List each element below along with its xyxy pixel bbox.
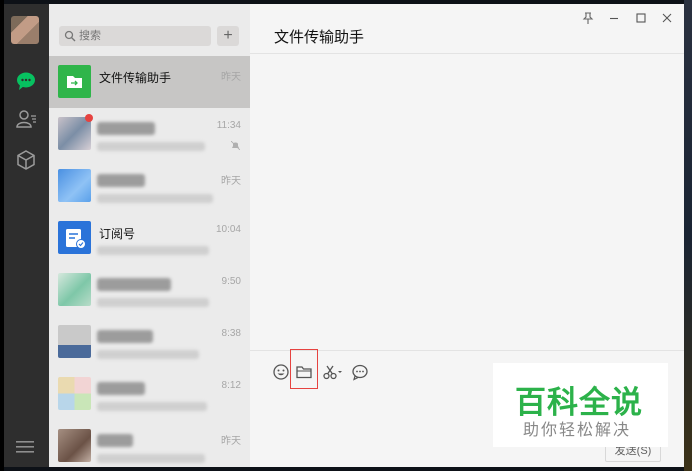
search-icon xyxy=(64,30,76,42)
nav-rail xyxy=(4,4,49,467)
menu-icon[interactable] xyxy=(16,440,34,454)
wechat-window: + 文件传输助手 昨天 11:34 xyxy=(4,4,684,467)
mute-bell-icon xyxy=(231,141,240,150)
blurred-preview xyxy=(97,402,207,411)
blurred-preview xyxy=(97,142,205,151)
folder-icon[interactable] xyxy=(295,363,313,381)
blurred-preview xyxy=(97,350,199,359)
search-box[interactable] xyxy=(59,26,211,46)
search-input[interactable] xyxy=(79,26,207,46)
blurred-name xyxy=(97,434,133,447)
contact-avatar xyxy=(58,377,91,410)
contact-avatar xyxy=(58,117,91,150)
chat-time: 昨天 xyxy=(221,436,241,447)
watermark-logo: 百科全说 助你轻松解决 xyxy=(493,363,668,447)
chat-list-item[interactable]: 11:34 xyxy=(49,108,250,160)
blurred-name xyxy=(97,382,145,395)
chat-time: 昨天 xyxy=(221,176,241,187)
emoji-icon[interactable] xyxy=(272,363,290,381)
chat-title: 文件传输助手 xyxy=(274,29,365,46)
chat-header: 文件传输助手 xyxy=(250,4,684,54)
chat-list-item[interactable]: 8:38 xyxy=(49,316,250,368)
blurred-preview xyxy=(97,298,209,307)
contacts-icon[interactable] xyxy=(15,108,37,130)
maximize-icon[interactable] xyxy=(634,11,648,25)
chat-time: 11:34 xyxy=(216,120,241,131)
close-icon[interactable] xyxy=(660,11,674,25)
chat-list-item[interactable]: 文件传输助手 昨天 xyxy=(49,56,250,108)
contact-avatar xyxy=(58,325,91,358)
contact-avatar xyxy=(58,429,91,462)
chat-time: 8:12 xyxy=(221,380,241,391)
chat-list-item[interactable]: 9:50 xyxy=(49,264,250,316)
subscription-icon xyxy=(66,229,86,249)
chat-name: 订阅号 xyxy=(99,227,136,241)
blurred-name xyxy=(97,278,171,291)
chat-list-item[interactable]: 订阅号 10:04 xyxy=(49,212,250,264)
file-transfer-avatar xyxy=(58,65,91,98)
desktop-edge-right xyxy=(684,0,692,471)
minimize-icon[interactable] xyxy=(607,11,621,25)
chat-list-item[interactable]: 昨天 xyxy=(49,160,250,212)
blurred-name xyxy=(97,330,153,343)
contact-avatar xyxy=(58,169,91,202)
folder-icon xyxy=(67,76,82,88)
chat-history-icon[interactable] xyxy=(351,363,369,381)
chat-icon[interactable] xyxy=(15,70,37,92)
blurred-preview xyxy=(97,246,209,255)
message-area xyxy=(250,55,684,350)
chat-name: 文件传输助手 xyxy=(99,71,172,85)
chat-time: 昨天 xyxy=(221,72,241,83)
chat-time: 9:50 xyxy=(221,276,241,287)
pin-icon[interactable] xyxy=(581,11,595,25)
unread-badge xyxy=(85,114,93,122)
blurred-preview xyxy=(97,454,205,463)
watermark-subtitle: 助你轻松解决 xyxy=(523,422,632,439)
blurred-name xyxy=(97,122,155,135)
contact-avatar xyxy=(58,273,91,306)
add-chat-button[interactable]: + xyxy=(217,26,239,46)
subscription-avatar xyxy=(58,221,91,254)
blurred-preview xyxy=(97,194,213,203)
user-avatar[interactable] xyxy=(11,16,39,44)
chat-time: 8:38 xyxy=(221,328,241,339)
favorites-cube-icon[interactable] xyxy=(15,149,37,171)
blurred-name xyxy=(97,174,145,187)
chat-list-item[interactable]: 8:12 xyxy=(49,368,250,420)
scissors-icon[interactable] xyxy=(322,363,344,381)
chat-time: 10:04 xyxy=(215,224,241,235)
chat-list-panel: + 文件传输助手 昨天 11:34 xyxy=(49,4,250,467)
chat-list-item[interactable]: 昨天 xyxy=(49,420,250,467)
